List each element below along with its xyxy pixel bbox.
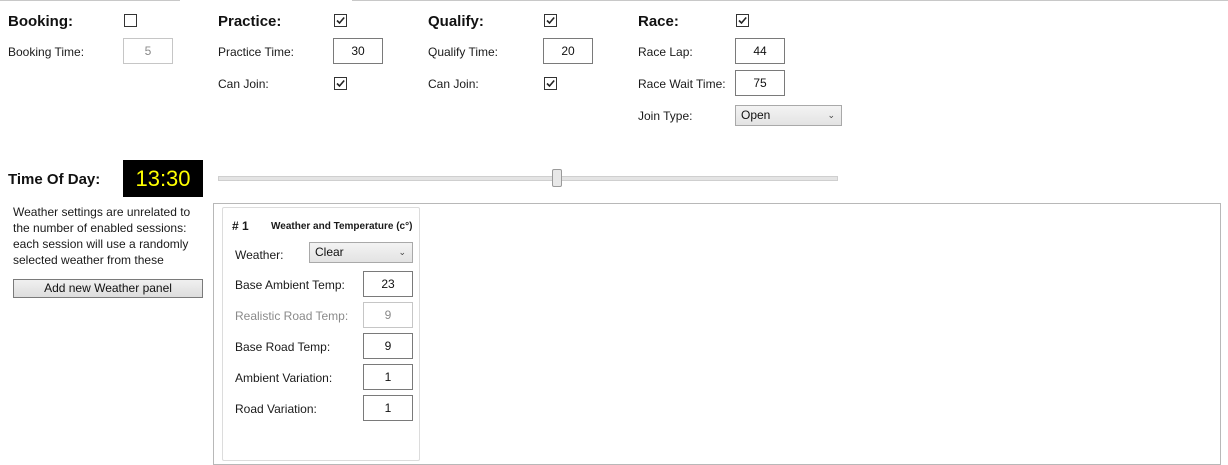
weather-note-line: selected weather from these bbox=[13, 253, 164, 267]
weather-value: Clear bbox=[315, 245, 344, 259]
race-wait-time-input[interactable]: 75 bbox=[735, 70, 785, 96]
practice-time-label: Practice Time: bbox=[218, 45, 295, 59]
check-icon bbox=[738, 16, 747, 25]
race-lap-input[interactable]: 44 bbox=[735, 38, 785, 64]
weather-panels-area: # 1 Weather and Temperature (c°) Weather… bbox=[213, 203, 1221, 465]
time-of-day-label: Time Of Day: bbox=[8, 171, 101, 188]
weather-note-line: Weather settings are unrelated to bbox=[13, 205, 191, 219]
realistic-road-temp-input[interactable]: 9 bbox=[363, 302, 413, 328]
check-icon bbox=[546, 79, 555, 88]
tab-border-left bbox=[0, 0, 180, 1]
race-wait-time-label: Race Wait Time: bbox=[638, 77, 726, 91]
qualify-header: Qualify: bbox=[428, 13, 484, 30]
time-of-day-slider[interactable] bbox=[218, 168, 838, 188]
booking-enabled-checkbox[interactable] bbox=[124, 14, 137, 27]
base-road-temp-label: Base Road Temp: bbox=[235, 340, 331, 354]
road-variation-label: Road Variation: bbox=[235, 402, 317, 416]
add-weather-panel-button[interactable]: Add new Weather panel bbox=[13, 279, 203, 298]
practice-can-join-label: Can Join: bbox=[218, 77, 269, 91]
booking-time-label: Booking Time: bbox=[8, 45, 85, 59]
weather-note: Weather settings are unrelated to the nu… bbox=[13, 204, 208, 268]
time-of-day-display: 13:30 bbox=[123, 160, 203, 197]
race-header: Race: bbox=[638, 13, 679, 30]
tab-border-right bbox=[352, 0, 1228, 1]
race-join-type-select[interactable]: Open ⌄ bbox=[735, 105, 842, 126]
weather-note-line: the number of enabled sessions: bbox=[13, 221, 187, 235]
practice-enabled-checkbox[interactable] bbox=[334, 14, 347, 27]
slider-thumb[interactable] bbox=[552, 169, 562, 187]
qualify-time-input[interactable]: 20 bbox=[543, 38, 593, 64]
weather-select[interactable]: Clear ⌄ bbox=[309, 242, 413, 263]
weather-panel-number: # 1 bbox=[232, 219, 249, 233]
booking-header: Booking: bbox=[8, 13, 73, 30]
practice-header: Practice: bbox=[218, 13, 282, 30]
practice-time-input[interactable]: 30 bbox=[333, 38, 383, 64]
race-enabled-checkbox[interactable] bbox=[736, 14, 749, 27]
practice-can-join-checkbox[interactable] bbox=[334, 77, 347, 90]
race-join-type-value: Open bbox=[741, 108, 771, 122]
weather-note-line: each session will use a randomly bbox=[13, 237, 189, 251]
base-ambient-temp-input[interactable]: 23 bbox=[363, 271, 413, 297]
weather-panel: # 1 Weather and Temperature (c°) Weather… bbox=[222, 207, 420, 461]
qualify-can-join-label: Can Join: bbox=[428, 77, 479, 91]
ambient-variation-input[interactable]: 1 bbox=[363, 364, 413, 390]
race-lap-label: Race Lap: bbox=[638, 45, 693, 59]
check-icon bbox=[546, 16, 555, 25]
chevron-down-icon: ⌄ bbox=[398, 247, 406, 257]
race-join-type-label: Join Type: bbox=[638, 109, 693, 123]
road-variation-input[interactable]: 1 bbox=[363, 395, 413, 421]
weather-panel-title: Weather and Temperature (c°) bbox=[271, 221, 413, 232]
ambient-variation-label: Ambient Variation: bbox=[235, 371, 333, 385]
booking-time-input[interactable]: 5 bbox=[123, 38, 173, 64]
slider-track bbox=[218, 176, 838, 181]
weather-label: Weather: bbox=[235, 248, 284, 262]
qualify-can-join-checkbox[interactable] bbox=[544, 77, 557, 90]
check-icon bbox=[336, 79, 345, 88]
qualify-enabled-checkbox[interactable] bbox=[544, 14, 557, 27]
chevron-down-icon: ⌄ bbox=[827, 110, 835, 120]
realistic-road-temp-label: Realistic Road Temp: bbox=[235, 309, 349, 323]
base-ambient-temp-label: Base Ambient Temp: bbox=[235, 278, 345, 292]
base-road-temp-input[interactable]: 9 bbox=[363, 333, 413, 359]
qualify-time-label: Qualify Time: bbox=[428, 45, 499, 59]
check-icon bbox=[336, 16, 345, 25]
